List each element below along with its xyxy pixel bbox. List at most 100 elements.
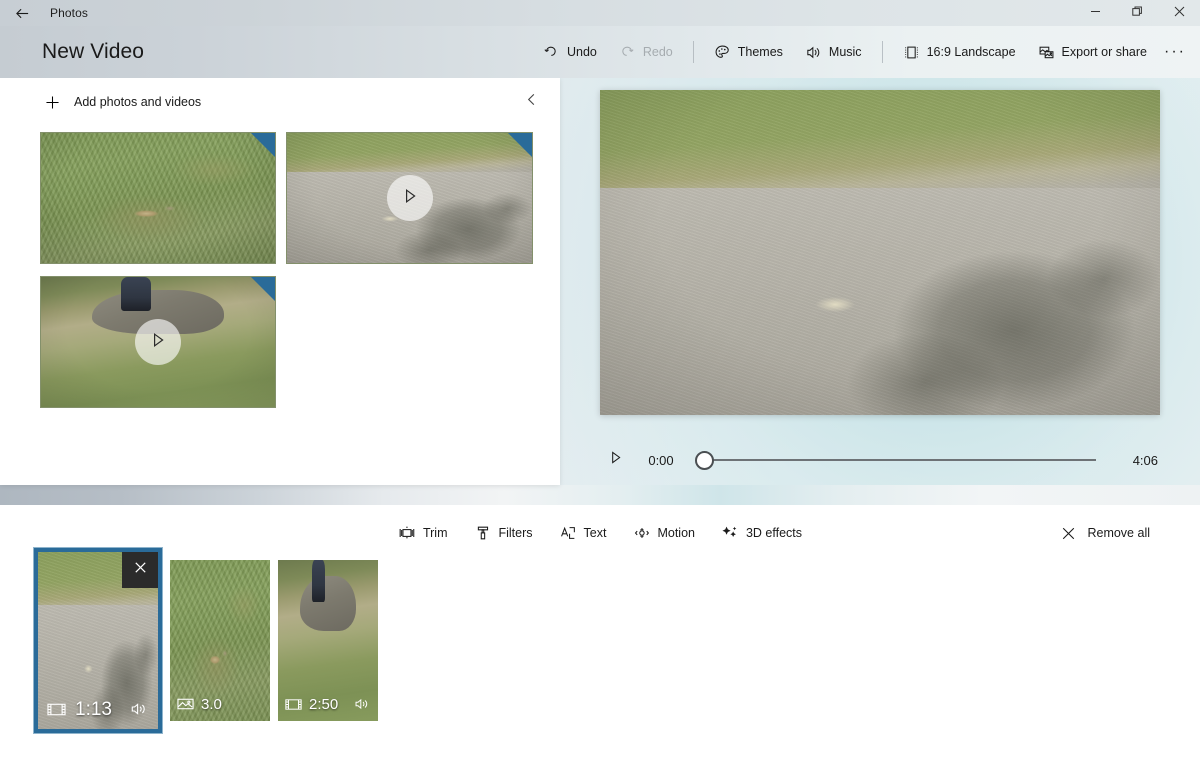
3d-effects-button[interactable]: 3D effects <box>711 516 812 550</box>
text-label: Text <box>583 526 607 540</box>
back-button[interactable] <box>0 0 44 26</box>
minimize-button[interactable] <box>1074 0 1116 26</box>
undo-icon <box>543 44 560 61</box>
storyboard-clip-1[interactable]: 1:13 <box>33 547 163 734</box>
in-project-corner-marker <box>508 133 532 157</box>
minimize-icon <box>1090 4 1101 22</box>
motion-icon <box>632 524 650 542</box>
add-photos-label: Add photos and videos <box>74 95 202 109</box>
music-label: Music <box>828 45 862 59</box>
export-or-share-button[interactable]: Export or share <box>1028 35 1157 69</box>
maximize-button[interactable] <box>1116 0 1158 26</box>
seek-slider[interactable] <box>694 445 1096 475</box>
thumbnail-vignette <box>41 133 275 263</box>
back-arrow-icon <box>15 6 30 21</box>
close-icon <box>1174 4 1185 22</box>
app-name-label: Photos <box>50 6 88 20</box>
speaker-icon <box>805 44 822 61</box>
clip-audio-icon[interactable] <box>130 701 149 717</box>
collapse-library-button[interactable] <box>514 85 548 119</box>
play-overlay-button[interactable] <box>135 319 181 365</box>
text-icon <box>559 524 577 542</box>
clip-audio-icon[interactable] <box>354 697 371 711</box>
remove-clip-button[interactable] <box>122 552 158 588</box>
toolbar-divider-2 <box>881 41 883 63</box>
clip-duration-label: 1:13 <box>75 698 112 720</box>
section-divider <box>0 485 1200 505</box>
toolbar-divider-1 <box>692 41 694 63</box>
remove-all-label: Remove all <box>1087 526 1150 540</box>
storyboard-timeline: 1:13 3.0 2:50 <box>0 547 1200 765</box>
trim-icon <box>398 524 416 542</box>
play-icon <box>400 186 420 211</box>
aspect-ratio-button[interactable]: 16:9 Landscape <box>893 35 1026 69</box>
total-time-label: 4:06 <box>1132 452 1158 468</box>
clip-duration-label: 2:50 <box>309 695 339 713</box>
palette-icon <box>714 44 731 61</box>
photo-icon <box>177 697 194 711</box>
clip-duration-label: 3.0 <box>201 695 222 713</box>
main-toolbar: Undo Redo Themes Music 16:9 Landscape Ex… <box>532 26 1192 78</box>
3d-effects-label: 3D effects <box>745 526 803 540</box>
window-controls <box>1074 0 1200 26</box>
undo-label: Undo <box>566 45 597 59</box>
clip-meta: 3.0 <box>170 687 270 721</box>
in-project-corner-marker <box>251 133 275 157</box>
trim-button[interactable]: Trim <box>388 516 458 550</box>
maximize-icon <box>1131 4 1143 22</box>
preview-vignette <box>600 90 1160 415</box>
redo-label: Redo <box>642 45 673 59</box>
library-header: Add photos and videos <box>0 78 560 126</box>
seek-thumb[interactable] <box>694 450 714 470</box>
filters-button[interactable]: Filters <box>463 516 542 550</box>
music-button[interactable]: Music <box>795 35 872 69</box>
trim-label: Trim <box>422 526 448 540</box>
play-pause-button[interactable] <box>600 445 630 475</box>
seek-track <box>696 459 1096 461</box>
remove-all-button[interactable]: Remove all <box>1049 516 1160 550</box>
aspect-ratio-icon <box>903 44 920 61</box>
aspect-ratio-label: 16:9 Landscape <box>926 45 1016 59</box>
player-controls: 0:00 4:06 <box>600 440 1160 480</box>
play-overlay-button[interactable] <box>386 175 433 221</box>
more-options-button[interactable]: ··· <box>1158 35 1192 69</box>
filter-icon <box>473 524 491 542</box>
photos-video-editor-window: Photos New Video Undo Redo Themes Music … <box>0 0 1200 765</box>
play-icon <box>148 330 168 355</box>
clip-edit-toolbar: Trim Filters Text Motion 3D effects Remo… <box>0 513 1200 555</box>
plus-icon <box>44 94 61 111</box>
export-label: Export or share <box>1061 45 1147 59</box>
redo-button[interactable]: Redo <box>609 35 683 69</box>
themes-button[interactable]: Themes <box>704 35 793 69</box>
close-x-icon <box>132 559 149 581</box>
close-button[interactable] <box>1158 0 1200 26</box>
library-tile-2[interactable] <box>286 132 533 264</box>
library-grid <box>0 126 560 408</box>
motion-button[interactable]: Motion <box>622 516 705 550</box>
storyboard-clip-2[interactable]: 3.0 <box>170 560 270 721</box>
project-library-panel: Add photos and videos <box>0 78 560 485</box>
film-icon <box>285 698 302 711</box>
library-tile-3[interactable] <box>40 276 276 408</box>
current-time-label: 0:00 <box>648 452 674 468</box>
chevron-left-icon <box>524 92 539 112</box>
film-icon <box>47 702 66 717</box>
library-tile-1[interactable] <box>40 132 276 264</box>
filters-label: Filters <box>498 526 533 540</box>
text-button[interactable]: Text <box>549 516 617 550</box>
title-bar: Photos <box>0 0 1200 26</box>
undo-button[interactable]: Undo <box>533 35 607 69</box>
clip-meta: 2:50 <box>278 687 378 721</box>
add-photos-and-videos-button[interactable]: Add photos and videos <box>42 85 207 119</box>
motion-label: Motion <box>657 526 695 540</box>
video-preview[interactable] <box>600 90 1160 415</box>
redo-icon <box>619 44 636 61</box>
in-project-corner-marker <box>251 277 275 301</box>
export-icon <box>1038 44 1055 61</box>
page-title: New Video <box>42 40 145 63</box>
sparkle-icon <box>721 524 739 542</box>
themes-label: Themes <box>737 45 783 59</box>
header-bar: New Video Undo Redo Themes Music 16:9 La… <box>0 26 1200 78</box>
storyboard-clip-3[interactable]: 2:50 <box>278 560 378 721</box>
close-x-icon <box>1059 524 1077 542</box>
